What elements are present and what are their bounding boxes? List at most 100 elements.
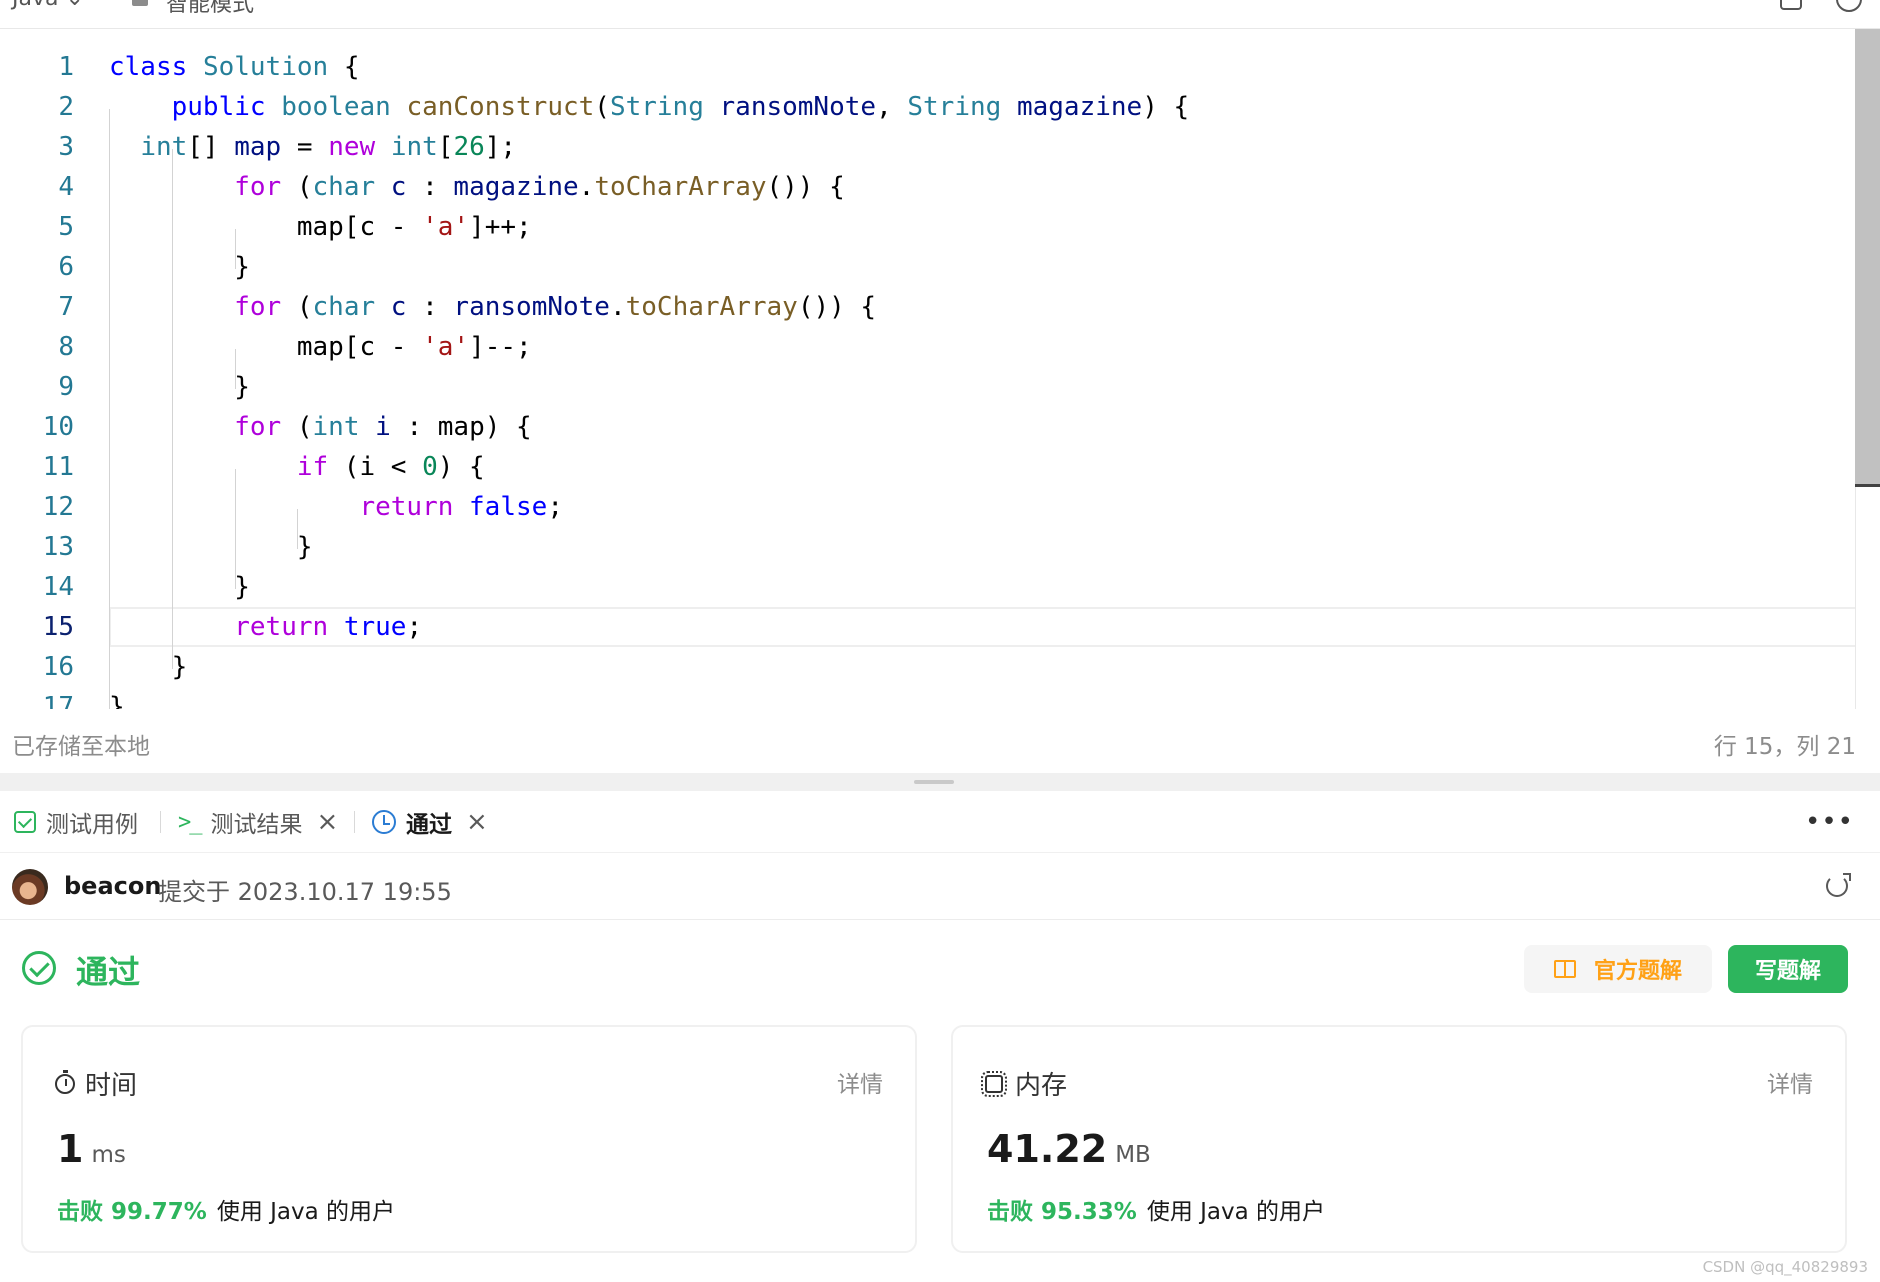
line-number: 9	[58, 372, 74, 402]
code-line: 17 }	[0, 687, 1855, 709]
code-line: 5 map[c - 'a']++;	[0, 207, 1855, 247]
line-number: 7	[58, 292, 74, 322]
close-icon[interactable]: ×	[317, 809, 339, 835]
code-text: public boolean canConstruct(String ranso…	[171, 92, 1190, 122]
runtime-value: 1 ms	[57, 1127, 126, 1171]
code-text: map[c - 'a']++;	[109, 212, 532, 242]
tab-testcase[interactable]: 测试用例	[14, 791, 138, 853]
code-line: 14 }	[0, 567, 1855, 607]
tab-divider	[354, 811, 355, 833]
memory-card[interactable]: 内存 详情 41.22 MB 击败 95.33% 使用 Java 的用户	[951, 1025, 1847, 1253]
reset-icon[interactable]	[1836, 0, 1862, 12]
code-line: 10 for (int i : map) {	[0, 407, 1855, 447]
avatar[interactable]	[12, 869, 48, 905]
scrollbar-cursor-marker	[1855, 484, 1880, 487]
line-number: 6	[58, 252, 74, 282]
code-text: }	[109, 692, 125, 709]
line-number: 5	[58, 212, 74, 242]
line-number: 3	[58, 132, 74, 162]
bookmark-icon[interactable]	[1780, 0, 1802, 10]
runtime-title-label: 时间	[85, 1071, 138, 1101]
editor-status-bar: 已存储至本地 行 15，列 21	[0, 709, 1880, 773]
runtime-title: 时间	[55, 1065, 137, 1102]
code-line: 3 int[] map = new int[26];	[0, 127, 1855, 167]
line-number: 8	[58, 332, 74, 362]
tab-test-result[interactable]: >_ 测试结果 ×	[178, 791, 338, 853]
result-status: 通过	[76, 953, 141, 991]
code-text: int[] map = new int[26];	[140, 132, 517, 162]
language-selector[interactable]: Java ⌄	[12, 0, 84, 11]
code-text: if (i < 0) {	[296, 452, 485, 482]
code-line: 6 }	[0, 247, 1855, 287]
code-text: }	[109, 252, 250, 282]
refresh-icon[interactable]	[1826, 873, 1851, 897]
code-line: 13 }	[0, 527, 1855, 567]
official-solution-button[interactable]: 官方题解	[1524, 945, 1712, 993]
code-line: 16 }	[0, 647, 1855, 687]
close-icon[interactable]: ×	[466, 809, 488, 835]
line-number: 12	[42, 492, 74, 522]
write-solution-button[interactable]: 写题解	[1728, 945, 1848, 993]
tab-accepted[interactable]: 通过 ×	[372, 791, 488, 853]
line-number: 4	[58, 172, 74, 202]
code-text: return false;	[359, 492, 563, 522]
runtime-beat: 击败 99.77% 使用 Java 的用户	[57, 1192, 395, 1226]
code-text: }	[109, 532, 313, 562]
code-line: 11 if (i < 0) {	[0, 447, 1855, 487]
line-number: 13	[42, 532, 74, 562]
line-number: 16	[42, 652, 74, 682]
code-line: 12 return false;	[0, 487, 1855, 527]
line-number: 17	[42, 692, 74, 709]
chip-icon	[981, 1070, 1007, 1097]
code-line: 2 public boolean canConstruct(String ran…	[0, 87, 1855, 127]
line-number: 11	[42, 452, 74, 482]
watermark: CSDN @qq_40829893	[1702, 1258, 1868, 1276]
runtime-number: 1	[57, 1127, 84, 1171]
runtime-card[interactable]: 时间 详情 1 ms 击败 99.77% 使用 Java 的用户	[21, 1025, 917, 1253]
code-text: for (char c : magazine.toCharArray()) {	[234, 172, 845, 202]
memory-unit: MB	[1115, 1142, 1151, 1168]
more-icon[interactable]: •••	[1805, 807, 1854, 837]
stopwatch-icon	[55, 1069, 75, 1094]
memory-title-label: 内存	[1015, 1071, 1068, 1101]
code-editor[interactable]: 1 class Solution { 2 public boolean canC…	[0, 29, 1880, 709]
lock-icon	[132, 0, 148, 6]
code-text: map[c - 'a']--;	[109, 332, 532, 362]
memory-beat-text: 使用 Java 的用户	[1146, 1199, 1326, 1225]
code-text: }	[109, 652, 188, 682]
submission-info: beacon 提交于 2023.10.17 19:55	[0, 853, 1880, 920]
cursor-position: 行 15，列 21	[1713, 734, 1856, 760]
checkbox-icon	[14, 811, 36, 833]
check-circle-icon	[22, 951, 56, 985]
code-line: 1 class Solution {	[0, 47, 1855, 87]
code-text: class Solution {	[109, 52, 360, 82]
panel-splitter[interactable]	[0, 773, 1880, 791]
memory-number: 41.22	[987, 1127, 1108, 1171]
book-icon	[1553, 960, 1576, 978]
line-number: 2	[58, 92, 74, 122]
code-line: 8 map[c - 'a']--;	[0, 327, 1855, 367]
history-icon	[372, 810, 396, 834]
memory-detail-link[interactable]: 详情	[1767, 1065, 1813, 1099]
code-text: for (int i : map) {	[234, 412, 532, 442]
line-number: 15	[42, 612, 74, 642]
code-text: }	[109, 372, 250, 402]
runtime-detail-link[interactable]: 详情	[837, 1065, 883, 1099]
code-text: return true;	[234, 612, 423, 642]
code-line: 9 }	[0, 367, 1855, 407]
line-number: 1	[58, 52, 74, 82]
code-line-active: 15 return true;	[0, 607, 1855, 647]
scrollbar-thumb[interactable]	[1855, 29, 1880, 487]
splitter-handle[interactable]	[914, 780, 954, 784]
code-text: }	[109, 572, 250, 602]
username[interactable]: beacon	[64, 872, 161, 900]
memory-beat-percent: 击败 95.33%	[987, 1199, 1137, 1225]
memory-title: 内存	[981, 1065, 1068, 1102]
save-status: 已存储至本地	[12, 734, 150, 760]
line-number: 10	[42, 412, 74, 442]
memory-beat: 击败 95.33% 使用 Java 的用户	[987, 1192, 1325, 1226]
mode-selector[interactable]: 智能模式	[166, 0, 254, 18]
code-line: 7 for (char c : ransomNote.toCharArray()…	[0, 287, 1855, 327]
terminal-icon: >_	[178, 809, 202, 835]
official-solution-label: 官方题解	[1593, 959, 1682, 984]
